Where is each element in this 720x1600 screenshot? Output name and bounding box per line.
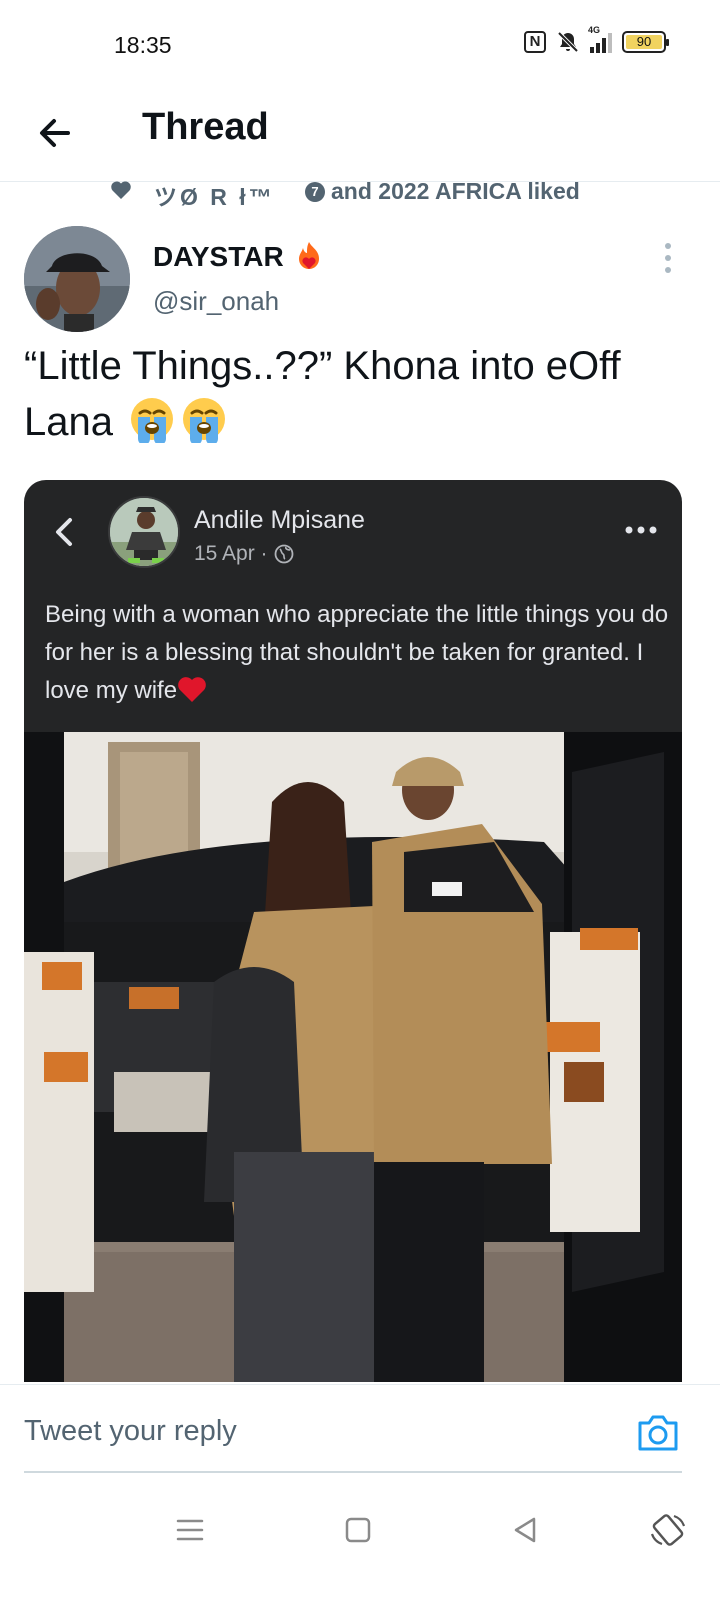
- signal-icon: 4G: [588, 25, 612, 53]
- menu-icon[interactable]: [170, 1510, 210, 1550]
- battery-level: 90: [636, 34, 652, 49]
- more-horizontal-icon: [625, 526, 657, 534]
- red-heart-icon: [178, 677, 206, 702]
- back-triangle-icon[interactable]: [506, 1510, 546, 1550]
- embedded-author-name: Andile Mpisane: [194, 506, 365, 534]
- embedded-post-date: 15 Apr ·: [194, 542, 294, 566]
- back-arrow-icon[interactable]: [30, 108, 80, 158]
- reply-underline: [24, 1471, 682, 1473]
- embedded-post-date-text: 15 Apr ·: [194, 542, 268, 565]
- tweet-text: “Little Things..??” Khona into eOff Lana: [24, 338, 694, 450]
- embedded-post-text: Being with a woman who appreciate the li…: [45, 596, 675, 710]
- tweet-text-content: “Little Things..??” Khona into eOff Lana: [24, 344, 621, 444]
- social-context[interactable]: ツØ R ł™ 7 and 2022 AFRICA liked: [0, 176, 720, 210]
- camera-icon[interactable]: [636, 1413, 680, 1453]
- home-icon[interactable]: [338, 1510, 378, 1550]
- chevron-left-icon: [56, 518, 72, 546]
- embedded-author-avatar: [108, 496, 180, 568]
- android-nav-bar: [0, 1490, 720, 1600]
- author-name-text: DAYSTAR: [153, 241, 284, 272]
- crying-emoji-icon: [131, 398, 174, 443]
- reply-input[interactable]: [24, 1415, 584, 1448]
- rotate-icon[interactable]: [648, 1510, 688, 1550]
- mute-bell-icon: [557, 31, 579, 53]
- fire-heart-icon: [298, 242, 319, 269]
- heart-icon: [111, 181, 131, 199]
- status-time: 18:35: [114, 32, 172, 58]
- status-icons: N 4G 90: [524, 25, 669, 54]
- battery-icon: 90: [622, 31, 669, 53]
- author-handle[interactable]: @sir_onah: [153, 286, 279, 317]
- author-name[interactable]: DAYSTAR: [153, 240, 326, 274]
- author-avatar[interactable]: [24, 226, 130, 332]
- reply-bar: [0, 1384, 720, 1484]
- embedded-post-text-content: Being with a woman who appreciate the li…: [45, 601, 669, 704]
- liked-text: and 2022 AFRICA liked: [331, 178, 580, 204]
- couple-photo: [24, 732, 682, 1382]
- globe-icon: [274, 544, 293, 564]
- liker-count-badge: 7: [305, 182, 325, 202]
- more-vertical-icon[interactable]: [656, 240, 680, 276]
- network-type: 4G: [588, 25, 601, 35]
- nfc-icon: N: [524, 31, 546, 53]
- thread-header: Thread: [0, 90, 720, 182]
- embedded-image-card[interactable]: Andile Mpisane 15 Apr · Being with a wom…: [24, 480, 682, 1382]
- crying-emoji-icon: [183, 398, 226, 443]
- status-bar: 18:35 N 4G 90: [0, 0, 720, 90]
- page-title: Thread: [142, 106, 269, 148]
- liker-name: ツØ R ł™: [154, 184, 275, 210]
